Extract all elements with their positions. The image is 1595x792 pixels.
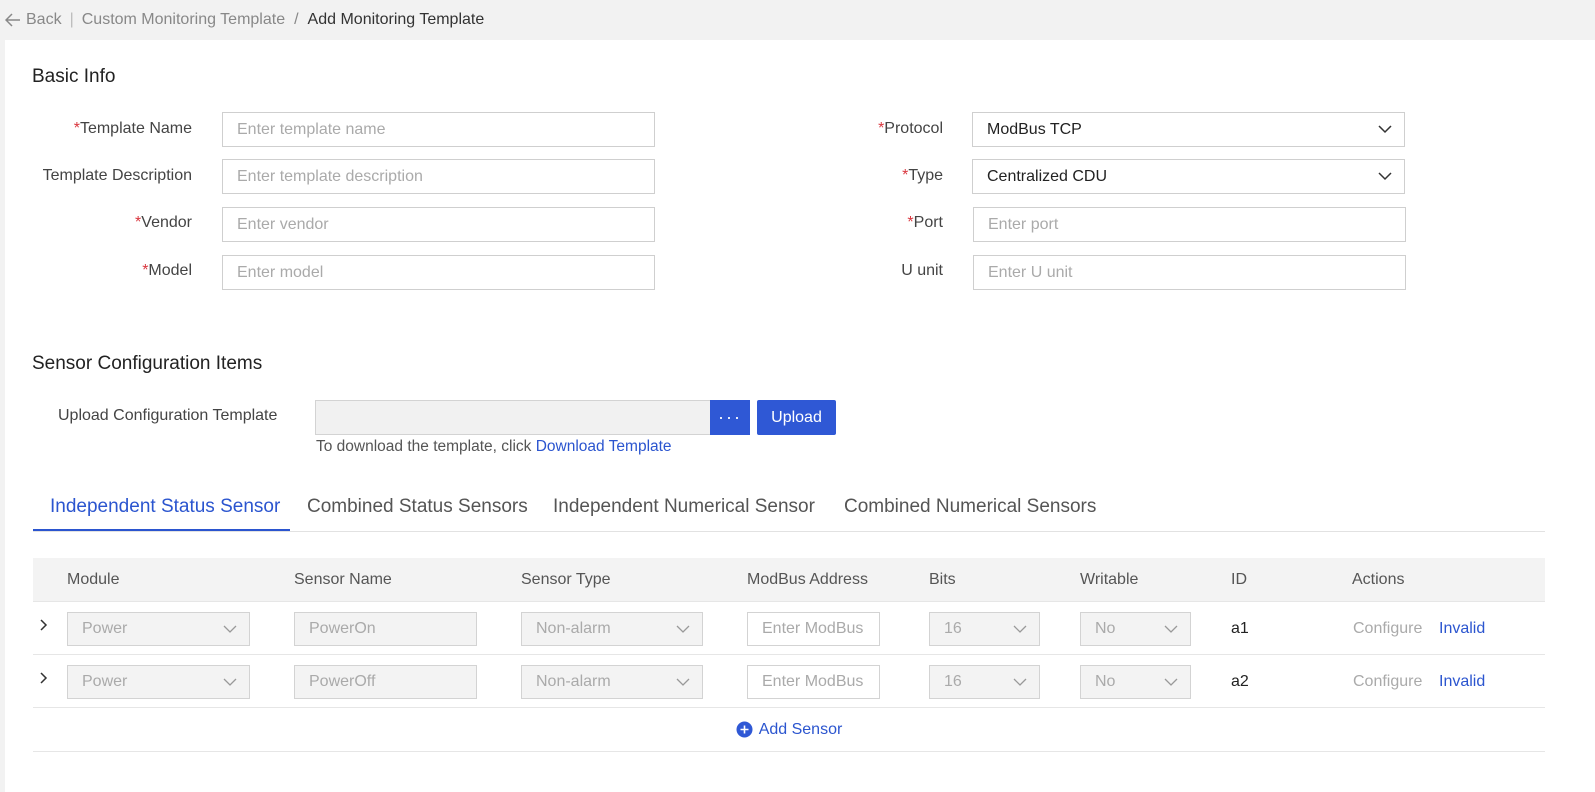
module-select[interactable]: Power: [67, 665, 250, 699]
template-name-input[interactable]: Enter template name: [222, 112, 655, 147]
column-header: ID: [1231, 571, 1247, 588]
column-header: Sensor Type: [521, 571, 611, 588]
invalid-action[interactable]: Invalid: [1439, 620, 1485, 638]
tab-independent-numerical-sensor[interactable]: Independent Numerical Sensor: [553, 496, 815, 518]
type-select[interactable]: Centralized CDU: [972, 159, 1405, 194]
plus-circle-icon: [736, 721, 753, 738]
template-description-label: Template Description: [42, 167, 192, 184]
writable-select[interactable]: No: [1080, 612, 1191, 646]
modbus-address-input[interactable]: Enter ModBus: [747, 612, 880, 646]
vendor-input[interactable]: Enter vendor: [222, 207, 655, 242]
chevron-down-icon: [1013, 678, 1027, 686]
breadcrumb-separator: |: [69, 11, 74, 28]
back-link[interactable]: Back: [5, 11, 62, 29]
bits-select[interactable]: 16: [929, 665, 1040, 699]
chevron-down-icon: [676, 625, 690, 633]
chevron-down-icon: [1164, 678, 1178, 686]
protocol-select[interactable]: ModBus TCP: [972, 112, 1405, 147]
u-unit-label: U unit: [901, 262, 943, 279]
upload-config-label: Upload Configuration Template: [58, 407, 278, 424]
breadcrumb-slash: /: [294, 11, 299, 28]
download-hint: To download the template, click Download…: [316, 438, 672, 455]
chevron-right-icon[interactable]: [39, 619, 49, 631]
tab-combined-status-sensors[interactable]: Combined Status Sensors: [307, 496, 528, 518]
column-header: Writable: [1080, 571, 1139, 588]
chevron-down-icon: [676, 678, 690, 686]
add-sensor-row: Add Sensor: [33, 708, 1545, 752]
sensor-name-input[interactable]: PowerOff: [294, 665, 477, 699]
column-header: ModBus Address: [747, 571, 868, 588]
sensor-tabs: Independent Status Sensor Combined Statu…: [33, 488, 1545, 532]
table-header: Module Sensor Name Sensor Type ModBus Ad…: [33, 558, 1545, 602]
tab-independent-status-sensor[interactable]: Independent Status Sensor: [50, 496, 280, 518]
breadcrumb-current: Add Monitoring Template: [307, 11, 485, 28]
sensor-table: Module Sensor Name Sensor Type ModBus Ad…: [33, 558, 1545, 752]
upload-file-field[interactable]: [315, 400, 711, 435]
protocol-label: *Protocol: [878, 120, 943, 137]
u-unit-input[interactable]: Enter U unit: [973, 255, 1406, 290]
chevron-down-icon: [1013, 625, 1027, 633]
template-description-input[interactable]: Enter template description: [222, 159, 655, 194]
basic-info-title: Basic Info: [32, 66, 116, 87]
add-sensor-label: Add Sensor: [758, 720, 843, 738]
sensor-type-select[interactable]: Non-alarm: [521, 665, 703, 699]
breadcrumb-parent[interactable]: Custom Monitoring Template: [82, 11, 285, 29]
configure-action[interactable]: Configure: [1353, 620, 1422, 638]
invalid-action[interactable]: Invalid: [1439, 673, 1485, 691]
browse-button[interactable]: ···: [710, 400, 750, 435]
template-name-label: *Template Name: [73, 120, 192, 137]
chevron-down-icon: [223, 625, 237, 633]
configure-action[interactable]: Configure: [1353, 673, 1422, 691]
column-header: Bits: [929, 571, 956, 588]
arrow-left-icon: [5, 13, 20, 27]
port-label: *Port: [907, 214, 943, 231]
table-row: Power PowerOn Non-alarm Enter ModBus 16 …: [33, 602, 1545, 655]
sensor-id: a2: [1231, 673, 1249, 690]
model-label: *Model: [142, 262, 192, 279]
chevron-down-icon: [1378, 172, 1392, 181]
sensor-type-select[interactable]: Non-alarm: [521, 612, 703, 646]
writable-select[interactable]: No: [1080, 665, 1191, 699]
chevron-down-icon: [223, 678, 237, 686]
table-row: Power PowerOff Non-alarm Enter ModBus 16…: [33, 655, 1545, 708]
column-header: Module: [67, 571, 120, 588]
tab-combined-numerical-sensors[interactable]: Combined Numerical Sensors: [844, 496, 1096, 518]
sensor-id: a1: [1231, 620, 1249, 637]
modbus-address-input[interactable]: Enter ModBus: [747, 665, 880, 699]
model-input[interactable]: Enter model: [222, 255, 655, 290]
module-select[interactable]: Power: [67, 612, 250, 646]
type-label: *Type: [902, 167, 943, 184]
column-header: Actions: [1352, 571, 1405, 588]
chevron-down-icon: [1378, 125, 1392, 134]
add-sensor-button[interactable]: Add Sensor: [736, 720, 843, 739]
chevron-down-icon: [1164, 625, 1178, 633]
breadcrumb: Back | Custom Monitoring Template / Add …: [0, 0, 1595, 40]
sensor-config-title: Sensor Configuration Items: [32, 353, 263, 374]
chevron-right-icon[interactable]: [39, 672, 49, 684]
bits-select[interactable]: 16: [929, 612, 1040, 646]
sensor-name-input[interactable]: PowerOn: [294, 612, 477, 646]
active-tab-indicator: [33, 529, 290, 531]
back-label: Back: [26, 11, 62, 28]
column-header: Sensor Name: [294, 571, 392, 588]
upload-button[interactable]: Upload: [757, 400, 836, 435]
vendor-label: *Vendor: [135, 214, 192, 231]
port-input[interactable]: Enter port: [973, 207, 1406, 242]
download-template-link[interactable]: Download Template: [536, 438, 672, 455]
more-dots-icon: ···: [718, 407, 742, 427]
